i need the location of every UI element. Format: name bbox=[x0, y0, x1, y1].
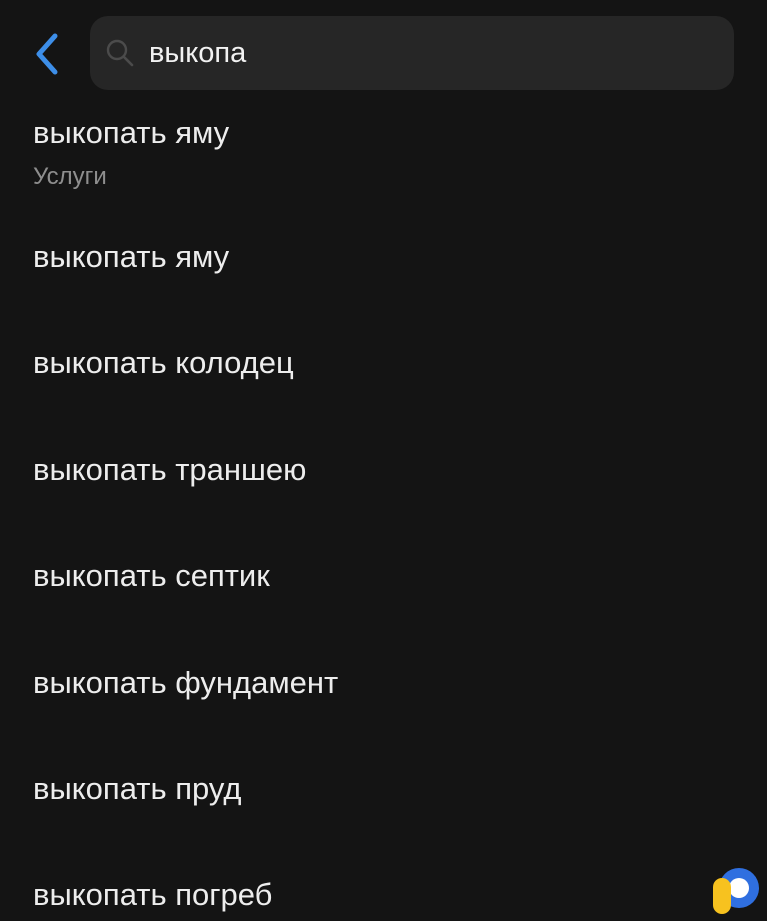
suggestion-item[interactable]: выкопать септик bbox=[33, 551, 733, 601]
assistant-button[interactable] bbox=[711, 864, 763, 916]
suggestion-item[interactable]: выкопать погреб bbox=[33, 870, 733, 920]
suggestion-item[interactable]: выкопать яму Услуги bbox=[33, 114, 733, 204]
search-header bbox=[0, 0, 767, 105]
suggestion-item[interactable]: выкопать яму bbox=[33, 232, 733, 282]
suggestion-category: Услуги bbox=[33, 163, 107, 190]
search-field[interactable] bbox=[90, 16, 734, 90]
suggestion-item[interactable]: выкопать пруд bbox=[33, 764, 733, 814]
suggestion-item[interactable]: выкопать фундамент bbox=[33, 658, 733, 708]
suggestion-item[interactable]: выкопать траншею bbox=[33, 445, 733, 495]
search-input[interactable] bbox=[147, 35, 711, 71]
suggestion-title: выкопать яму bbox=[33, 115, 230, 150]
assistant-logo-icon bbox=[713, 868, 759, 914]
search-icon bbox=[105, 38, 135, 68]
suggestion-item[interactable]: выкопать колодец bbox=[33, 338, 733, 388]
chevron-left-icon bbox=[36, 33, 58, 75]
back-button[interactable] bbox=[24, 28, 68, 80]
